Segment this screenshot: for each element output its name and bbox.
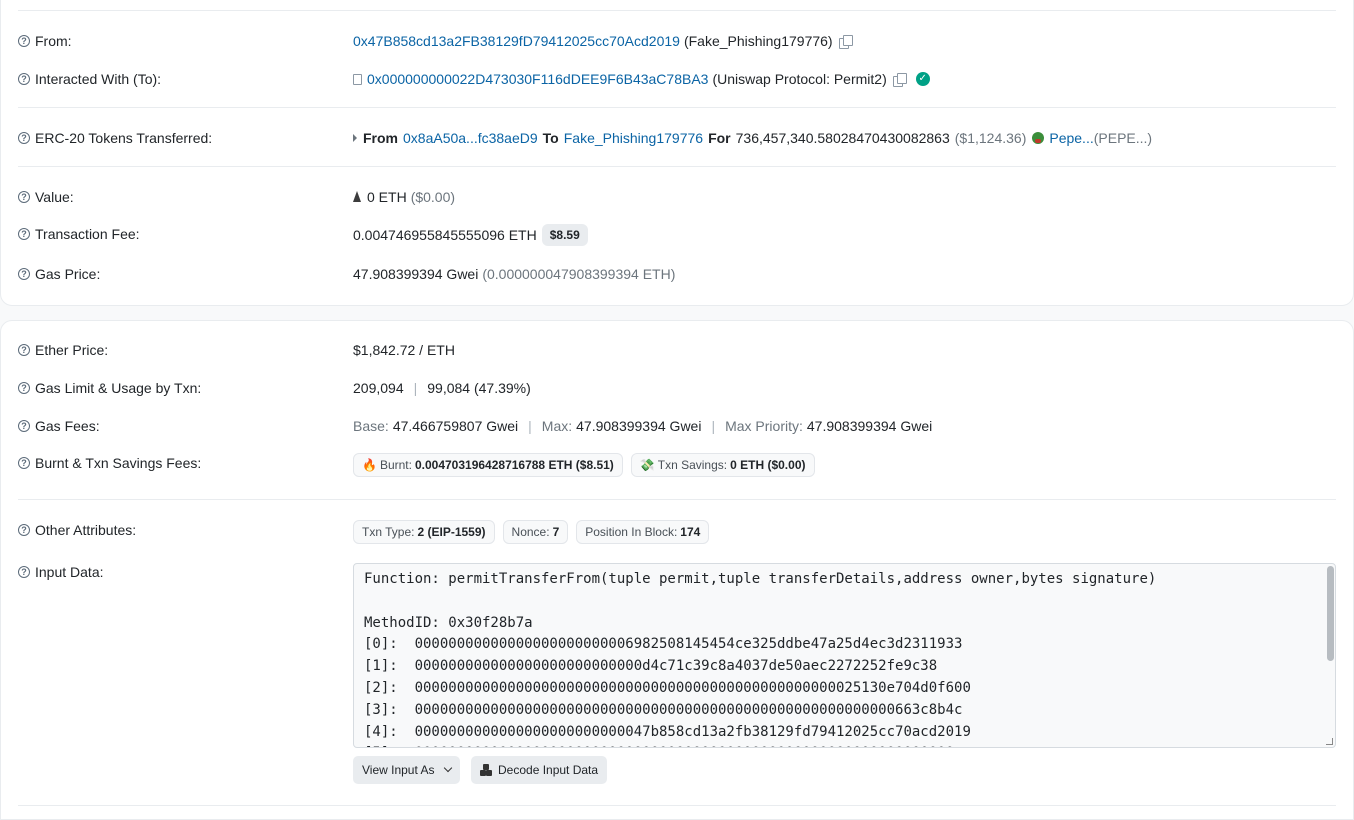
to-label: ? Interacted With (To): bbox=[18, 71, 161, 87]
divider bbox=[18, 499, 1336, 500]
fire-icon: 🔥 bbox=[362, 458, 377, 472]
other-attributes-label: ? Other Attributes: bbox=[18, 522, 136, 538]
position-badge: Position In Block: 174 bbox=[576, 520, 710, 544]
ethereum-icon bbox=[353, 190, 361, 202]
txn-type-badge: Txn Type: 2 (EIP-1559) bbox=[353, 520, 495, 544]
divider bbox=[18, 10, 1336, 11]
fee-value: 0.004746955845555096 ETH $8.59 bbox=[353, 224, 588, 246]
token-amount: 736,457,340.58028470430082863 bbox=[735, 130, 950, 146]
ether-price-value: $1,842.72 / ETH bbox=[353, 342, 455, 358]
question-circle-icon[interactable]: ? bbox=[18, 524, 30, 536]
from-keyword: From bbox=[363, 130, 398, 146]
divider bbox=[18, 805, 1336, 806]
token-symbol: (PEPE...) bbox=[1093, 130, 1153, 146]
token-usd: ($1,124.36) bbox=[954, 130, 1027, 146]
other-attributes-value: Txn Type: 2 (EIP-1559) Nonce: 7 Position I… bbox=[353, 520, 710, 544]
gas-fees-label: ? Gas Fees: bbox=[18, 418, 100, 434]
money-wings-icon: 💸 bbox=[639, 458, 655, 472]
nonce-badge: Nonce: 7 bbox=[502, 520, 569, 544]
input-data-line: [4]: 0000000000000000000000000047b858cd1… bbox=[364, 723, 971, 740]
gas-price-label: ? Gas Price: bbox=[18, 266, 100, 282]
burnt-value: 🔥 Burnt: 0.004703196428716788 ETH ($8.51)… bbox=[353, 453, 815, 477]
scrollbar[interactable] bbox=[1327, 566, 1334, 661]
input-data-line: MethodID: 0x30f28b7a bbox=[364, 614, 533, 631]
copy-icon[interactable] bbox=[892, 72, 907, 87]
input-data-line: [0]: 00000000000000000000000006982508145… bbox=[364, 636, 963, 653]
from-value: 0x47B858cd13a2FB38129fD79412025cc70Acd20… bbox=[353, 33, 853, 49]
input-data-textarea[interactable]: Function: permitTransferFrom(tuple permi… bbox=[353, 563, 1336, 748]
erc20-transfer: From 0x8aA50a...fc38aeD9 To Fake_Phishin… bbox=[353, 130, 1152, 146]
copy-icon[interactable] bbox=[838, 34, 853, 49]
gas-price-value: 47.908399394 Gwei (0.000000047908399394 … bbox=[353, 266, 676, 282]
token-name-link[interactable]: Pepe... bbox=[1049, 130, 1093, 146]
input-data-line: [5]: 00000000000000000000000000000000000… bbox=[364, 743, 1325, 747]
question-circle-icon[interactable]: ? bbox=[18, 35, 30, 47]
burnt-badge: 🔥 Burnt: 0.004703196428716788 ETH ($8.51) bbox=[353, 453, 623, 477]
divider bbox=[18, 107, 1336, 108]
fee-label: ? Transaction Fee: bbox=[18, 226, 140, 242]
to-keyword: To bbox=[542, 130, 559, 146]
token-from-link[interactable]: 0x8aA50a...fc38aeD9 bbox=[403, 130, 538, 146]
from-address-link[interactable]: 0x47B858cd13a2FB38129fD79412025cc70Acd20… bbox=[353, 33, 680, 49]
question-circle-icon[interactable]: ? bbox=[18, 228, 30, 240]
to-address-link[interactable]: 0x000000000022D473030F116dDEE9F6B43aC78B… bbox=[367, 71, 708, 87]
gas-limit-label: ? Gas Limit & Usage by Txn: bbox=[18, 380, 201, 396]
decode-input-data-button[interactable]: Decode Input Data bbox=[471, 756, 608, 784]
question-circle-icon[interactable]: ? bbox=[18, 420, 30, 432]
divider bbox=[18, 166, 1336, 167]
erc20-label: ? ERC-20 Tokens Transferred: bbox=[18, 130, 212, 146]
gas-limit-value: 209,094 | 99,084 (47.39%) bbox=[353, 380, 531, 396]
question-circle-icon[interactable]: ? bbox=[18, 566, 30, 578]
to-value: 0x000000000022D473030F116dDEE9F6B43aC78B… bbox=[353, 71, 930, 87]
to-name-tag: (Uniswap Protocol: Permit2) bbox=[712, 71, 887, 87]
token-to-link[interactable]: Fake_Phishing179776 bbox=[564, 130, 703, 146]
question-circle-icon[interactable]: ? bbox=[18, 382, 30, 394]
question-circle-icon[interactable]: ? bbox=[18, 132, 30, 144]
gas-fees-value: Base: 47.466759807 Gwei | Max: 47.908399… bbox=[353, 418, 933, 434]
ether-price-label: ? Ether Price: bbox=[18, 342, 108, 358]
input-data-line: [1]: 000000000000000000000000000d4c71c39… bbox=[364, 658, 938, 675]
input-data-line bbox=[364, 591, 1325, 613]
view-input-as-button[interactable]: View Input As bbox=[353, 756, 460, 784]
input-data-line: [2]: 00000000000000000000000000000000000… bbox=[364, 679, 971, 696]
savings-badge: 💸 Txn Savings: 0 ETH ($0.00) bbox=[630, 453, 815, 477]
question-circle-icon[interactable]: ? bbox=[18, 344, 30, 356]
pepe-token-icon bbox=[1032, 132, 1045, 144]
from-name-tag: (Fake_Phishing179776) bbox=[683, 33, 833, 49]
contract-file-icon bbox=[353, 73, 362, 85]
chevron-down-icon bbox=[443, 763, 452, 773]
from-label: ? From: bbox=[18, 33, 72, 49]
for-keyword: For bbox=[708, 130, 731, 146]
question-circle-icon[interactable]: ? bbox=[18, 191, 30, 203]
check-circle-icon: ✓ bbox=[915, 72, 930, 86]
burnt-label: ? Burnt & Txn Savings Fees: bbox=[18, 455, 201, 471]
question-circle-icon[interactable]: ? bbox=[18, 73, 30, 85]
cubes-icon bbox=[480, 764, 492, 776]
input-data-label: ? Input Data: bbox=[18, 564, 104, 580]
input-data-line: Function: permitTransferFrom(tuple permi… bbox=[364, 571, 1157, 587]
input-data-line: [3]: 00000000000000000000000000000000000… bbox=[364, 701, 963, 718]
value-value: 0 ETH ($0.00) bbox=[353, 189, 455, 205]
input-data-content: Function: permitTransferFrom(tuple permi… bbox=[354, 564, 1335, 747]
question-circle-icon[interactable]: ? bbox=[18, 268, 30, 280]
question-circle-icon[interactable]: ? bbox=[18, 457, 30, 469]
fee-usd-badge: $8.59 bbox=[541, 224, 588, 246]
caret-right-icon[interactable] bbox=[353, 134, 357, 142]
value-label: ? Value: bbox=[18, 189, 74, 205]
resize-handle[interactable] bbox=[1326, 738, 1333, 745]
